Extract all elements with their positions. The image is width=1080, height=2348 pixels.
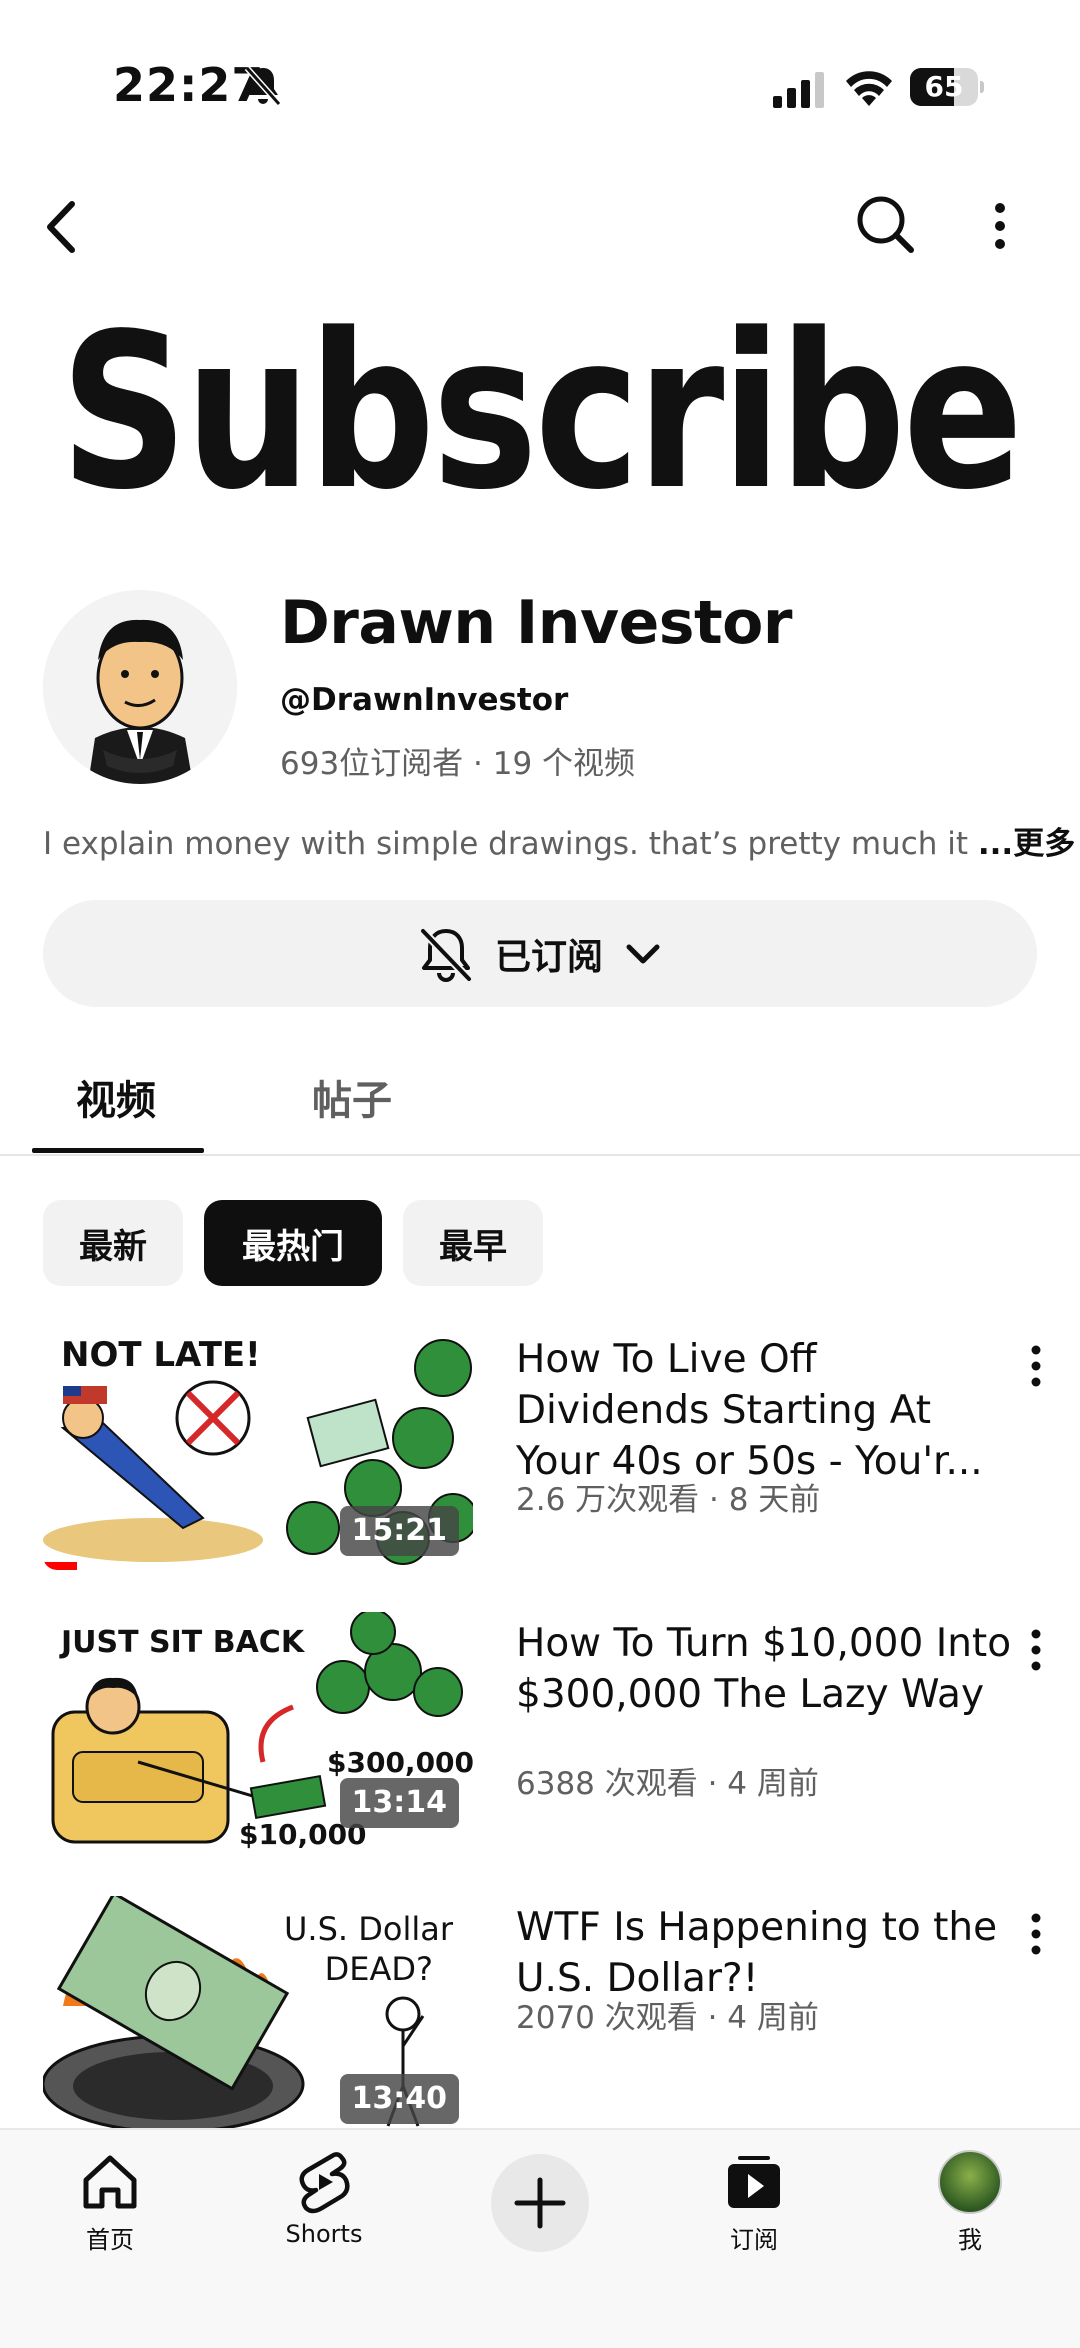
video-duration: 13:40 [339,2074,459,2124]
banner-text: Subscribe [60,288,1020,537]
video-thumbnail[interactable]: JUST SIT BACK $300,000 $10,000 13:14 [43,1612,473,1854]
nav-subscriptions[interactable]: 订阅 [674,2150,834,2255]
bottom-navigation: 首页 Shorts 订阅 我 [0,2128,1080,2348]
more-vertical-icon[interactable] [986,196,1014,256]
home-icon [83,2155,137,2209]
video-more-icon[interactable] [1024,1910,1048,1958]
nav-me-label: 我 [958,2226,982,2254]
video-more-icon[interactable] [1024,1342,1048,1390]
channel-handle: @DrawnInvestor [280,682,569,718]
video-title[interactable]: WTF Is Happening to the U.S. Dollar?! [516,1902,1016,2004]
subscribed-button[interactable]: 已订阅 [43,900,1037,1007]
nav-shorts[interactable]: Shorts [244,2150,404,2248]
video-item[interactable]: U.S. Dollar DEAD? 13:40 WTF Is Happening… [0,1896,1080,2156]
banner-art: Subscribe [60,288,1024,537]
video-more-icon[interactable] [1024,1626,1048,1674]
subscriptions-icon [728,2156,780,2208]
tab-videos[interactable]: 视频 [76,1068,156,1126]
video-item[interactable]: NOT LATE! 15:21 How To Live Off Dividend… [0,1328,1080,1588]
wifi-icon [846,71,892,106]
video-meta: 2.6 万次观看 · 8 天前 [516,1482,821,1518]
battery-percent: 65 [924,70,964,103]
create-button[interactable] [491,2154,589,2252]
subscribed-label: 已订阅 [494,936,603,978]
bell-off-icon [420,927,472,982]
video-duration: 13:14 [339,1778,459,1828]
chip-popular[interactable]: 最热门 [204,1200,382,1286]
nav-shorts-label: Shorts [285,2220,363,2248]
chip-latest[interactable]: 最新 [43,1200,183,1286]
status-time: 22:27 [113,58,265,112]
thumbnail-caption: NOT LATE! [61,1335,261,1375]
video-title[interactable]: How To Live Off Dividends Starting At Yo… [516,1334,1016,1487]
back-arrow-icon[interactable] [38,192,88,262]
channel-tabs: 视频 帖子 [0,1040,1080,1156]
channel-avatar[interactable] [43,590,237,784]
thumbnail-caption-2: DEAD? [325,1950,433,1988]
active-tab-indicator [32,1148,204,1153]
nav-subscriptions-label: 订阅 [730,2226,778,2254]
channel-description-text: I explain money with simple drawings. th… [43,826,978,862]
thumbnail-caption: JUST SIT BACK [59,1625,306,1660]
chevron-down-icon [626,944,660,963]
more-link[interactable]: ...更多 [978,826,1075,862]
video-duration: 15:21 [339,1506,459,1556]
shorts-icon [299,2152,350,2214]
video-meta: 2070 次观看 · 4 周前 [516,2000,819,2036]
video-thumbnail[interactable]: NOT LATE! 15:21 [43,1328,473,1570]
chip-oldest[interactable]: 最早 [403,1200,543,1286]
channel-stats: 693位订阅者 · 19 个视频 [280,746,636,782]
thumbnail-caption-1: U.S. Dollar [284,1910,454,1948]
status-bar: 22:27 65 [0,0,1080,170]
thumbnail-amount-high: $300,000 [327,1746,473,1779]
watch-progress-bar [43,1562,78,1570]
plus-icon [514,2177,566,2229]
cellular-signal-icon [773,72,824,108]
tab-posts[interactable]: 帖子 [312,1068,392,1126]
user-avatar [938,2150,1002,2214]
channel-banner: Subscribe [43,288,1037,550]
nav-home[interactable]: 首页 [30,2150,190,2255]
video-thumbnail[interactable]: U.S. Dollar DEAD? 13:40 [43,1896,473,2138]
channel-name: Drawn Investor [280,588,792,658]
video-meta: 6388 次观看 · 4 周前 [516,1766,819,1802]
channel-description[interactable]: I explain money with simple drawings. th… [43,818,1075,863]
search-icon[interactable] [855,194,915,254]
nav-home-label: 首页 [86,2226,134,2254]
nav-me[interactable]: 我 [890,2150,1050,2255]
video-title[interactable]: How To Turn $10,000 Into $300,000 The La… [516,1618,1016,1720]
battery-indicator: 65 [910,68,984,106]
bell-mute-icon [244,66,282,106]
video-item[interactable]: JUST SIT BACK $300,000 $10,000 13:14 How… [0,1612,1080,1872]
